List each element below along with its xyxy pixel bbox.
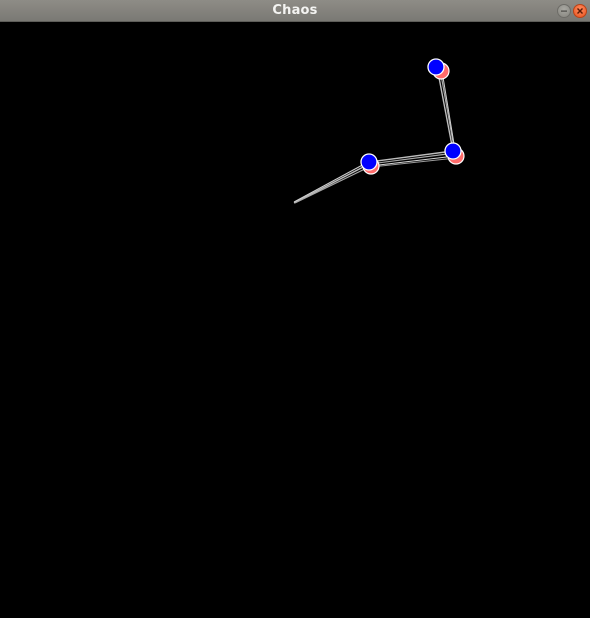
simulation-canvas[interactable] — [0, 23, 590, 618]
primary-bob — [360, 153, 378, 171]
close-icon — [577, 8, 583, 14]
primary-bob — [444, 142, 462, 160]
minimize-icon — [561, 10, 567, 12]
minimize-button[interactable] — [557, 4, 571, 18]
title-bar[interactable]: Chaos — [0, 0, 590, 22]
window-controls — [557, 3, 587, 19]
app-window: Chaos — [0, 0, 590, 618]
close-button[interactable] — [573, 4, 587, 18]
canvas-background — [0, 23, 590, 618]
window-title: Chaos — [272, 3, 318, 18]
primary-bob — [427, 58, 445, 76]
pendulum-scene — [0, 23, 590, 618]
